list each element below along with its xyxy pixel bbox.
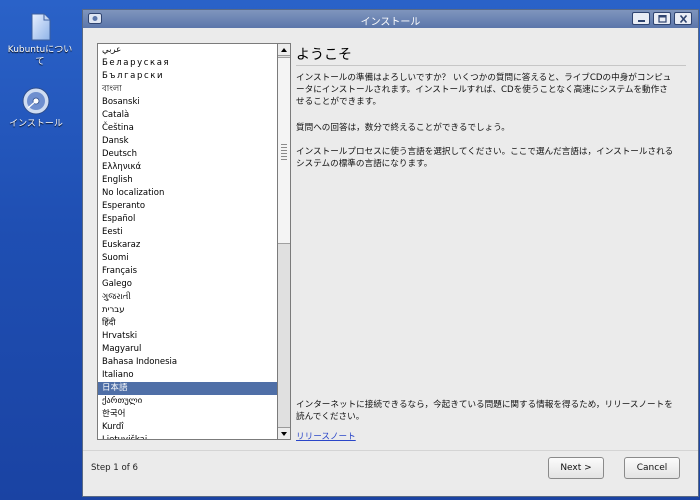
language-item[interactable]: ქართული (98, 395, 277, 408)
language-item[interactable]: Kurdî (98, 421, 277, 434)
language-item[interactable]: عربي (98, 44, 277, 57)
language-item[interactable]: Español (98, 213, 277, 226)
language-item[interactable]: বাংলা (98, 83, 277, 96)
language-item[interactable]: עברית (98, 304, 277, 317)
footer-divider (83, 450, 698, 451)
minimize-button[interactable] (632, 12, 650, 25)
scroll-up-button[interactable] (278, 44, 290, 56)
language-item[interactable]: Bosanski (98, 96, 277, 109)
heading-divider (296, 65, 686, 66)
document-icon (31, 13, 51, 41)
language-list-scrollbar[interactable] (278, 43, 291, 440)
language-item[interactable]: Galego (98, 278, 277, 291)
language-item[interactable]: No localization (98, 187, 277, 200)
language-item[interactable]: Esperanto (98, 200, 277, 213)
language-item[interactable]: Italiano (98, 369, 277, 382)
desktop-icon-label: インストール (9, 119, 63, 129)
language-item[interactable]: English (98, 174, 277, 187)
arrow-up-icon (281, 48, 287, 52)
scrollbar-thumb[interactable] (278, 57, 290, 244)
next-button[interactable]: Next > (548, 457, 604, 479)
language-item[interactable]: हिंदी (98, 317, 277, 330)
desktop-icon-install[interactable]: インストール (0, 86, 72, 130)
release-notes-link[interactable]: リリースノート (296, 430, 356, 442)
language-item[interactable]: Ελληνικά (98, 161, 277, 174)
release-notes-paragraph: インターネットに接続できるなら，今起きている問題に関する情報を得るため，リリース… (296, 400, 673, 422)
window-title: インストール (360, 17, 421, 28)
page-title: ようこそ (296, 47, 352, 63)
language-item[interactable]: Dansk (98, 135, 277, 148)
language-item[interactable]: Euskaraz (98, 239, 277, 252)
language-item[interactable]: Suomi (98, 252, 277, 265)
language-item[interactable]: Deutsch (98, 148, 277, 161)
language-item[interactable]: Lietuviškai (98, 434, 277, 439)
minimize-icon (638, 20, 645, 22)
duration-paragraph: 質問への回答は，数分で終えることができるでしょう。 (296, 123, 510, 133)
language-item[interactable]: Hrvatski (98, 330, 277, 343)
step-indicator: Step 1 of 6 (91, 463, 138, 473)
language-item[interactable]: ગુજરાતી (98, 291, 277, 304)
language-item[interactable]: 한국어 (98, 408, 277, 421)
language-item[interactable]: Français (98, 265, 277, 278)
language-item[interactable]: Magyarul (98, 343, 277, 356)
close-button[interactable] (674, 12, 692, 25)
language-list[interactable]: عربي Беларуская Български বাংলা Bosanski Cata… (97, 43, 278, 440)
close-icon (679, 15, 688, 23)
cancel-button[interactable]: Cancel (624, 457, 680, 479)
language-item[interactable]: Bahasa Indonesia (98, 356, 277, 369)
language-item[interactable]: Eesti (98, 226, 277, 239)
maximize-button[interactable] (653, 12, 671, 25)
maximize-icon (658, 15, 667, 23)
intro-paragraph: インストールの準備はよろしいですか？ いくつかの質問に答えると、ライブCDの中身… (296, 73, 672, 107)
language-paragraph: インストールプロセスに使う言語を選択してください。ここで選んだ言語は，インストー… (296, 147, 674, 169)
scroll-down-button[interactable] (278, 427, 290, 439)
installer-window: インストール عربي Беларуская Български বাংলা Bosan… (82, 9, 699, 497)
arrow-down-icon (281, 432, 287, 436)
language-item[interactable]: Català (98, 109, 277, 122)
language-item[interactable]: 日本語 (98, 382, 277, 395)
window-titlebar[interactable]: インストール (83, 10, 698, 28)
language-item[interactable]: Беларуская (98, 57, 277, 70)
install-cd-icon (22, 87, 50, 115)
language-item[interactable]: Čeština (98, 122, 277, 135)
language-item[interactable]: Български (98, 70, 277, 83)
language-list-items: عربي Беларуская Български বাংলা Bosanski Cata… (98, 44, 277, 439)
desktop-icon-kubuntu-about[interactable]: Kubuntuについて (4, 12, 76, 68)
desktop-icon-label: Kubuntuについて (7, 45, 73, 67)
